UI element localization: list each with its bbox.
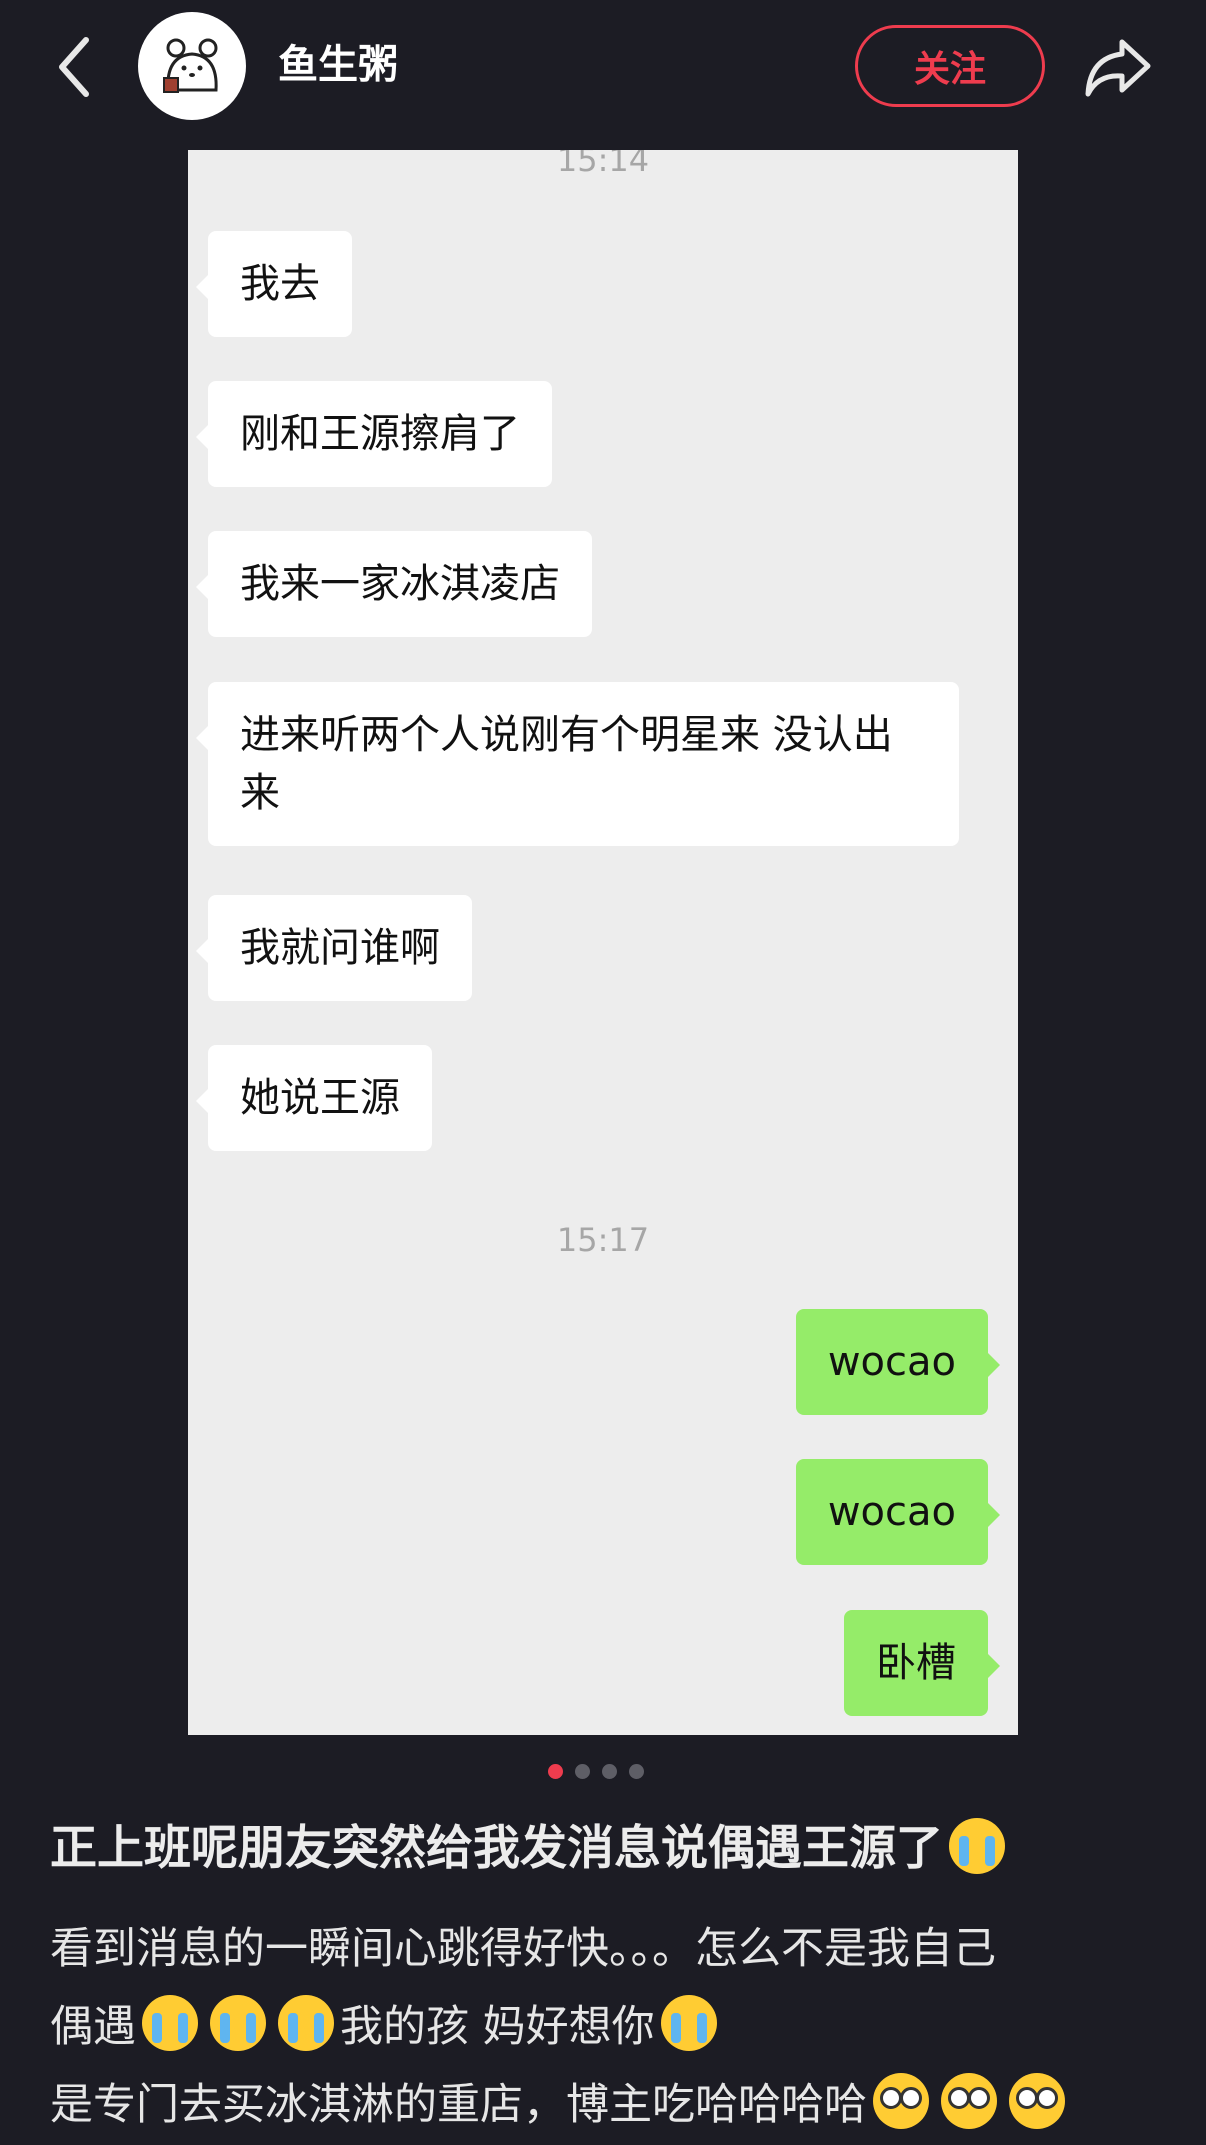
post-line-text: 是专门去买冰淇淋的重店，博主吃哈哈哈哈: [50, 2080, 867, 2130]
username[interactable]: 鱼生粥: [278, 40, 398, 90]
follow-button[interactable]: 关注: [855, 25, 1045, 107]
post-title-text: 正上班呢朋友突然给我发消息说偶遇王源了: [50, 1821, 943, 1876]
crying-face-icon: [278, 1995, 334, 2051]
carousel-dot[interactable]: [575, 1764, 590, 1779]
post-line-text: 偶遇: [50, 2002, 136, 2052]
chevron-left-icon: [59, 37, 89, 97]
crying-face-icon: [949, 1818, 1005, 1874]
chat-screenshot[interactable]: 15:14 我去 刚和王源擦肩了 我来一家冰淇凌店 进来听两个人说刚有个明星来 …: [188, 150, 1018, 1735]
bear-avatar-icon: [163, 38, 218, 93]
avatar[interactable]: [138, 12, 246, 120]
received-message: 刚和王源擦肩了: [196, 381, 552, 487]
post-title: 正上班呢朋友突然给我发消息说偶遇王源了: [50, 1818, 1170, 1880]
post-line: 看到消息的一瞬间心跳得好快。。。怎么不是我自己: [50, 1910, 1190, 1988]
post-line: 是专门去买冰淇淋的重店，博主吃哈哈哈哈: [50, 2066, 1190, 2144]
share-button[interactable]: [1082, 32, 1154, 102]
received-message: 她说王源: [196, 1045, 432, 1151]
nerd-face-icon: [1009, 2073, 1065, 2129]
carousel-dot[interactable]: [548, 1764, 563, 1779]
top-bar: 鱼生粥 关注: [0, 0, 1206, 138]
share-arrow-icon: [1085, 39, 1151, 97]
post-line-text: 看到消息的一瞬间心跳得好快。。。怎么不是我自己: [50, 1924, 996, 1974]
nerd-face-icon: [873, 2073, 929, 2129]
chat-timestamp: 15:14: [556, 150, 650, 179]
received-message: 我就问谁啊: [196, 895, 472, 1001]
received-message: 进来听两个人说刚有个明星来 没认出来: [196, 682, 959, 846]
carousel-indicator[interactable]: [548, 1764, 644, 1780]
received-message: 我去: [196, 231, 352, 337]
carousel-dot[interactable]: [602, 1764, 617, 1779]
crying-face-icon: [210, 1995, 266, 2051]
post-body: 看到消息的一瞬间心跳得好快。。。怎么不是我自己 偶遇 我的孩 妈好想你 是专门去买…: [50, 1910, 1190, 2144]
sent-message: 卧槽: [844, 1610, 1000, 1716]
received-message: 我来一家冰淇凌店: [196, 531, 592, 637]
nerd-face-icon: [941, 2073, 997, 2129]
crying-face-icon: [142, 1995, 198, 2051]
sent-message: wocao: [795, 1309, 1001, 1415]
post-line: 偶遇 我的孩 妈好想你: [50, 1988, 1190, 2066]
carousel-dot[interactable]: [629, 1764, 644, 1779]
back-button[interactable]: [48, 30, 108, 104]
sent-message: wocao: [795, 1459, 1001, 1565]
crying-face-icon: [660, 1995, 717, 2051]
post-line-text: 我的孩 妈好想你: [340, 2002, 655, 2052]
chat-timestamp: 15:17: [556, 1221, 650, 1259]
